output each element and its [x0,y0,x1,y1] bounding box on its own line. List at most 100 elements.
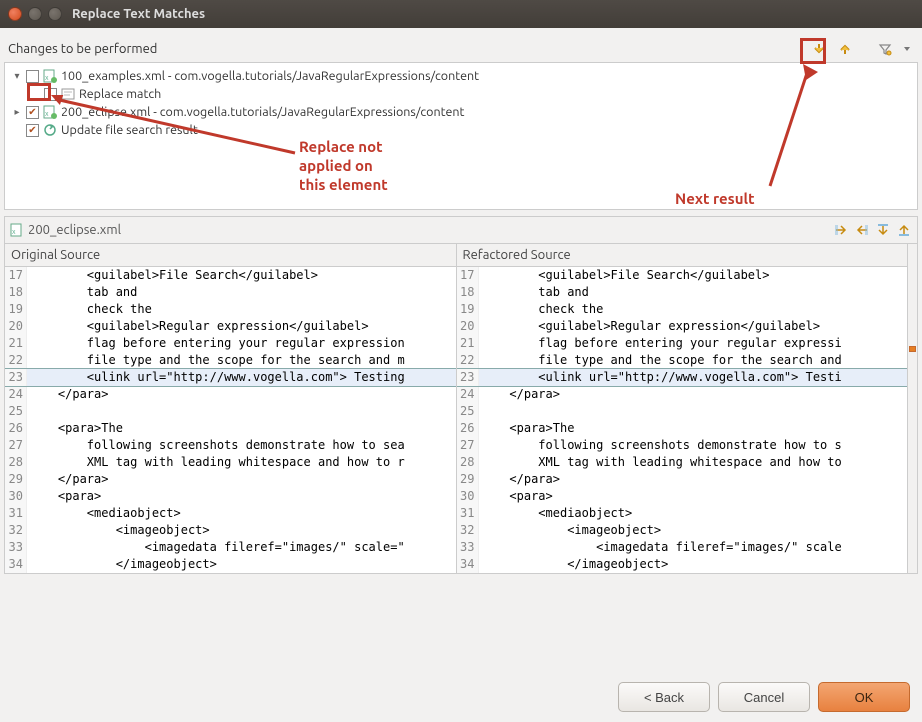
expand-arrow-icon[interactable]: ▸ [11,106,23,118]
code-line[interactable]: 23 <ulink url="http://www.vogella.com"> … [5,369,456,386]
next-result-button[interactable] [808,38,830,60]
active-file-name: 200_eclipse.xml [28,223,832,237]
code-line[interactable]: 25 [457,403,908,420]
diff-viewer: Original Source 17 <guilabel>File Search… [4,244,918,574]
code-line[interactable]: 23 <ulink url="http://www.vogella.com"> … [457,369,908,386]
line-number: 24 [5,386,27,403]
refactored-source-header: Refactored Source [457,244,908,267]
code-line[interactable]: 26 <para>The [457,420,908,437]
code-text: <guilabel>Regular expression</guilabel> [479,318,908,335]
code-text: </para> [27,471,456,488]
copy-left-to-right-icon[interactable] [832,221,850,239]
code-line[interactable]: 24 </para> [457,386,908,403]
code-text: <guilabel>File Search</guilabel> [479,267,908,284]
original-source-code[interactable]: 17 <guilabel>File Search</guilabel>18 ta… [5,267,456,573]
cancel-button[interactable]: Cancel [718,682,810,712]
code-line[interactable]: 18 tab and [5,284,456,301]
copy-right-to-left-icon[interactable] [853,221,871,239]
tree-item-label: 200_eclipse.xml - com.vogella.tutorials/… [61,105,464,119]
line-number: 17 [5,267,27,284]
code-line[interactable]: 19 check the [457,301,908,318]
tree-row-match[interactable]: Replace match [7,85,915,103]
line-number: 29 [5,471,27,488]
code-line[interactable]: 21 flag before entering your regular exp… [457,335,908,352]
code-line[interactable]: 27 following screenshots demonstrate how… [457,437,908,454]
filter-button[interactable] [874,38,896,60]
code-line[interactable]: 19 check the [5,301,456,318]
code-text: <para> [479,488,908,505]
line-number: 30 [457,488,479,505]
window-title: Replace Text Matches [72,7,205,21]
code-line[interactable]: 20 <guilabel>Regular expression</guilabe… [457,318,908,335]
code-line[interactable]: 17 <guilabel>File Search</guilabel> [5,267,456,284]
line-number: 31 [5,505,27,522]
code-line[interactable]: 27 following screenshots demonstrate how… [5,437,456,454]
tree-checkbox[interactable] [26,70,39,83]
tree-checkbox[interactable] [26,106,39,119]
window-minimize-button[interactable] [28,7,42,21]
overview-marker[interactable] [909,346,916,352]
tree-checkbox-match[interactable] [44,88,57,101]
code-line[interactable]: 31 <mediaobject> [5,505,456,522]
tree-row-file[interactable]: ▾ x 100_examples.xml - com.vogella.tutor… [7,67,915,85]
code-line[interactable]: 30 <para> [5,488,456,505]
next-diff-icon[interactable] [874,221,892,239]
code-line[interactable]: 17 <guilabel>File Search</guilabel> [457,267,908,284]
tree-item-label: 100_examples.xml - com.vogella.tutorials… [61,69,479,83]
code-line[interactable]: 34 </imageobject> [5,556,456,573]
line-number: 23 [5,369,27,386]
code-line[interactable]: 22 file type and the scope for the searc… [457,352,908,369]
refactored-source-code[interactable]: 17 <guilabel>File Search</guilabel>18 ta… [457,267,908,573]
titlebar: Replace Text Matches [0,0,922,28]
ok-button[interactable]: OK [818,682,910,712]
line-number: 27 [5,437,27,454]
code-line[interactable]: 22 file type and the scope for the searc… [5,352,456,369]
code-line[interactable]: 18 tab and [457,284,908,301]
window-maximize-button[interactable] [48,7,62,21]
code-line[interactable]: 24 </para> [5,386,456,403]
prev-diff-icon[interactable] [895,221,913,239]
code-text: </para> [27,386,456,403]
code-line[interactable]: 28 XML tag with leading whitespace and h… [5,454,456,471]
tree-row-file[interactable]: ▸ x 200_eclipse.xml - com.vogella.tutori… [7,103,915,121]
code-line[interactable]: 29 </para> [457,471,908,488]
code-text: <mediaobject> [27,505,456,522]
code-text: XML tag with leading whitespace and how … [27,454,456,471]
code-text: <imagedata fileref="images/" scale [479,539,908,556]
tree-row-update[interactable]: Update file search result [7,121,915,139]
code-line[interactable]: 31 <mediaobject> [457,505,908,522]
line-number: 24 [457,386,479,403]
code-line[interactable]: 34 </imageobject> [457,556,908,573]
code-line[interactable]: 29 </para> [5,471,456,488]
changes-tree: ▾ x 100_examples.xml - com.vogella.tutor… [4,62,918,210]
line-number: 18 [5,284,27,301]
menu-dropdown-button[interactable] [900,38,914,60]
line-number: 30 [5,488,27,505]
overview-ruler[interactable] [907,244,917,573]
line-number: 19 [457,301,479,318]
tree-checkbox[interactable] [26,124,39,137]
code-text: XML tag with leading whitespace and how … [479,454,908,471]
line-number: 25 [5,403,27,420]
code-line[interactable]: 32 <imageobject> [5,522,456,539]
prev-result-button[interactable] [834,38,856,60]
line-number: 21 [457,335,479,352]
code-line[interactable]: 33 <imagedata fileref="images/" scale [457,539,908,556]
code-text: <mediaobject> [479,505,908,522]
line-number: 28 [5,454,27,471]
code-line[interactable]: 30 <para> [457,488,908,505]
back-button[interactable]: < Back [618,682,710,712]
code-line[interactable]: 21 flag before entering your regular exp… [5,335,456,352]
changes-label: Changes to be performed [8,42,808,56]
expand-arrow-icon[interactable]: ▾ [11,70,23,82]
code-line[interactable]: 32 <imageobject> [457,522,908,539]
code-line[interactable]: 33 <imagedata fileref="images/" scale=" [5,539,456,556]
code-line[interactable]: 28 XML tag with leading whitespace and h… [457,454,908,471]
code-line[interactable]: 20 <guilabel>Regular expression</guilabe… [5,318,456,335]
code-line[interactable]: 26 <para>The [5,420,456,437]
code-line[interactable]: 25 [5,403,456,420]
svg-text:x: x [45,74,49,82]
replace-icon [60,86,76,102]
window-close-button[interactable] [8,7,22,21]
code-text: <guilabel>File Search</guilabel> [27,267,456,284]
